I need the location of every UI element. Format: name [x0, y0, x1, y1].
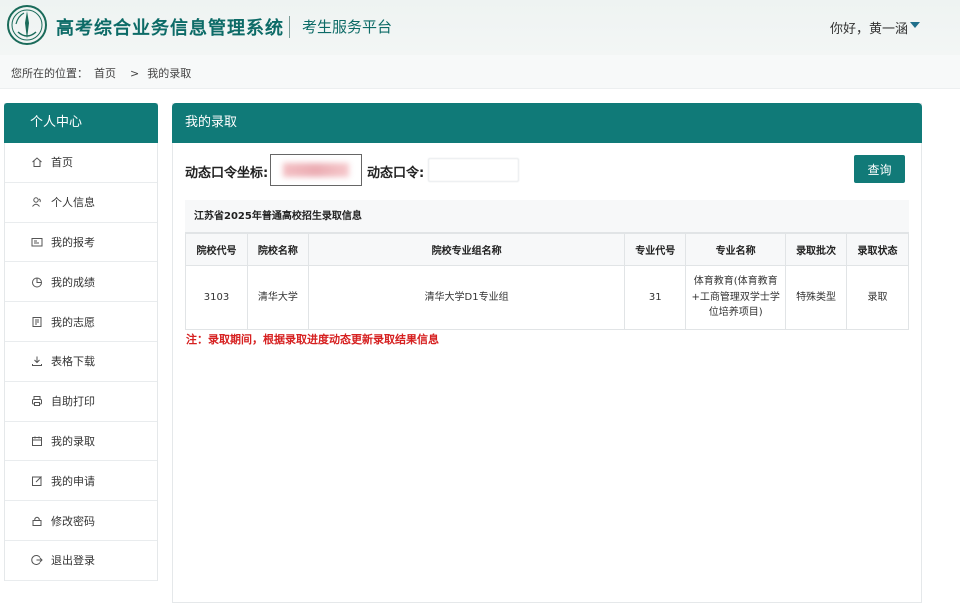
sidebar-item-downloads[interactable]: 表格下载 [5, 342, 157, 382]
sidebar-item-applications[interactable]: 我的申请 [5, 461, 157, 502]
pie-chart-icon [31, 276, 43, 288]
sidebar-item-label: 自助打印 [51, 395, 95, 409]
breadcrumb-label: 您所在的位置： [11, 67, 88, 80]
column-header: 录取批次 [785, 233, 848, 266]
token-label: 动态口令: [367, 166, 425, 181]
breadcrumb-home-link[interactable]: 首页 [94, 67, 116, 80]
lock-icon [31, 515, 43, 527]
system-title: 高考综合业务信息管理系统 [56, 18, 284, 39]
user-icon [31, 196, 43, 208]
sidebar-item-label: 我的志愿 [51, 315, 95, 329]
sidebar-item-label: 修改密码 [51, 514, 95, 528]
breadcrumb: 您所在的位置： 首页 > 我的录取 [11, 65, 197, 81]
download-icon [31, 355, 43, 367]
table-cell: 特殊类型 [785, 265, 848, 330]
sidebar-item-scores[interactable]: 我的成绩 [5, 262, 157, 303]
sidebar-item-label: 我的报考 [51, 235, 95, 249]
table-cell: 31 [624, 265, 687, 330]
token-coordinate-label: 动态口令坐标: [185, 166, 269, 181]
table-cell: 体育教育(体育教育+工商管理双学士学位培养项目) [685, 265, 787, 330]
logout-icon [31, 554, 43, 566]
column-header: 专业代号 [624, 233, 687, 266]
table-row: 3103 清华大学 清华大学D1专业组 31 体育教育(体育教育+工商管理双学士… [185, 265, 909, 330]
edit-icon [31, 475, 43, 487]
table-cell: 清华大学D1专业组 [307, 265, 626, 330]
id-card-icon [31, 236, 43, 248]
home-icon [31, 156, 43, 168]
caret-down-icon[interactable] [910, 22, 920, 28]
panel-title: 我的录取 [172, 103, 922, 143]
breadcrumb-current: 我的录取 [147, 67, 192, 80]
table-header-row: 院校代号 院校名称 院校专业组名称 专业代号 专业名称 录取批次 录取状态 [185, 233, 909, 266]
column-header: 院校代号 [185, 233, 248, 266]
query-button[interactable]: 查询 [854, 155, 905, 183]
sidebar-item-wishes[interactable]: 我的志愿 [5, 302, 157, 342]
sidebar-item-label: 我的录取 [51, 434, 95, 448]
user-greeting[interactable]: 你好，黄一涵 [830, 18, 908, 37]
system-subtitle: 考生服务平台 [302, 18, 393, 36]
token-coordinate-box [270, 154, 362, 186]
column-header: 录取状态 [846, 233, 909, 266]
sidebar-item-change-password[interactable]: 修改密码 [5, 501, 157, 541]
sidebar-item-admission[interactable]: 我的录取 [5, 422, 157, 462]
table-cell: 3103 [185, 265, 248, 330]
sidebar-title: 个人中心 [4, 103, 158, 143]
sidebar-item-label: 退出登录 [51, 554, 95, 568]
calendar-icon [31, 435, 43, 447]
title-divider [289, 16, 290, 38]
logo-icon [6, 4, 48, 46]
admission-table-caption: 江苏省2025年普通高校招生录取信息 [185, 200, 909, 233]
sidebar-item-label: 我的申请 [51, 474, 95, 488]
sidebar-item-logout[interactable]: 退出登录 [5, 541, 157, 581]
sidebar-item-registration[interactable]: 我的报考 [5, 223, 157, 263]
sidebar-item-label: 我的成绩 [51, 275, 95, 289]
column-header: 院校专业组名称 [307, 233, 626, 266]
admission-note: 注：录取期间，根据录取进度动态更新录取结果信息 [186, 333, 439, 346]
column-header: 专业名称 [685, 233, 787, 266]
column-header: 院校名称 [246, 233, 309, 266]
sidebar-item-label: 表格下载 [51, 355, 95, 369]
token-input[interactable] [428, 158, 519, 182]
table-cell: 清华大学 [246, 265, 309, 330]
document-icon [31, 316, 43, 328]
blurred-coordinate [283, 163, 349, 177]
sidebar-item-print[interactable]: 自助打印 [5, 382, 157, 422]
sidebar-item-label: 首页 [51, 156, 73, 170]
sidebar-item-home[interactable]: 首页 [5, 143, 157, 183]
admission-table: 院校代号 院校名称 院校专业组名称 专业代号 专业名称 录取批次 录取状态 31… [185, 233, 909, 330]
sidebar-item-label: 个人信息 [51, 196, 95, 210]
breadcrumb-separator: > [130, 67, 140, 80]
table-cell: 录取 [846, 265, 909, 330]
printer-icon [31, 395, 43, 407]
sidebar-item-profile[interactable]: 个人信息 [5, 183, 157, 223]
